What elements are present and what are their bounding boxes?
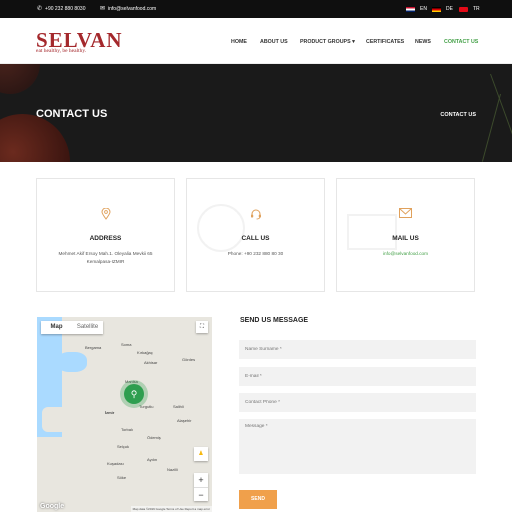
headset-icon: [187, 208, 324, 223]
germany-flag-icon: [432, 6, 441, 12]
call-text[interactable]: Phone: +90 232 880 80 30: [187, 250, 324, 258]
site-header: SELVAN eat healthy, be healthy. HOME ABO…: [0, 18, 512, 64]
map-tab[interactable]: Map: [41, 321, 72, 334]
tomato-decoration: [0, 114, 70, 162]
lang-de-label: DE: [446, 6, 453, 12]
city-label: Nazilli: [167, 467, 178, 472]
address-line-1: Mehmet Akif Ersoy Mah.1. Oleyalia Mevkii…: [58, 251, 153, 256]
call-card: CALL US Phone: +90 232 880 80 30: [186, 178, 325, 292]
nav-product-groups-label: PRODUCT GROUPS: [300, 39, 351, 45]
page-hero: CONTACT US CONTACT US: [0, 64, 512, 162]
city-label: Söke: [117, 475, 127, 480]
address-line-2: Kemalpasa-IZMIR: [86, 259, 125, 264]
city-label: İzmir: [105, 410, 115, 415]
city-label: Torbalı: [121, 427, 134, 432]
herb-decoration: [490, 73, 512, 150]
satellite-tab[interactable]: Satellite: [72, 321, 103, 334]
lang-tr-label: TR: [473, 6, 480, 12]
email-info[interactable]: ✉ info@selvanfood.com: [100, 6, 156, 12]
email-address: info@selvanfood.com: [108, 6, 157, 12]
mail-card: MAIL US info@selvanfood.com: [336, 178, 475, 292]
google-map[interactable]: Map Satellite ⛶ Bergama Soma Kırkağaç Ak…: [37, 317, 212, 512]
call-title: CALL US: [241, 235, 270, 242]
map-land-sw: [37, 437, 72, 512]
city-label: Aydın: [147, 457, 158, 462]
form-title: SEND US MESSAGE: [240, 317, 309, 324]
address-title: ADDRESS: [89, 235, 122, 242]
top-bar: ✆ +90 232 880 8030 ✉ info@selvanfood.com…: [0, 0, 512, 18]
lang-de[interactable]: DE: [432, 6, 453, 12]
city-label: Kuşadası: [107, 461, 124, 466]
phone-number: +90 232 880 8030: [45, 6, 86, 12]
zoom-out-button[interactable]: −: [194, 487, 208, 501]
city-label: Bergama: [85, 345, 102, 350]
fullscreen-icon[interactable]: ⛶: [196, 321, 208, 333]
envelope-icon: [337, 208, 474, 221]
nav-home[interactable]: HOME: [231, 39, 247, 45]
mail-title: MAIL US: [392, 235, 419, 242]
nav-certificates[interactable]: CERTIFICATES: [366, 39, 404, 45]
city-label: Selçuk: [117, 444, 130, 449]
mail-text[interactable]: info@selvanfood.com: [337, 250, 474, 258]
phone-field[interactable]: [239, 393, 476, 412]
zoom-control: + −: [194, 473, 208, 501]
location-marker-icon[interactable]: ⚲: [124, 384, 144, 404]
nav-about-us[interactable]: ABOUT US: [260, 39, 288, 45]
tomato-decoration-top: [0, 64, 40, 94]
city-label: Kırkağaç: [137, 350, 153, 355]
tagline: eat healthy, be healthy.: [36, 48, 87, 54]
location-pin-icon: [37, 207, 174, 223]
lang-en-label: EN: [420, 6, 427, 12]
map-bay: [57, 352, 87, 372]
map-peninsula: [42, 407, 82, 432]
herb-decoration-2: [481, 93, 501, 162]
city-label: Ödemiş: [147, 435, 161, 440]
message-field[interactable]: [239, 419, 476, 474]
city-label: Gördes: [182, 357, 196, 362]
phone-info[interactable]: ✆ +90 232 880 8030: [37, 6, 86, 12]
chevron-down-icon: ▾: [352, 39, 355, 45]
page-title: CONTACT US: [36, 108, 108, 120]
lang-en[interactable]: EN: [406, 6, 427, 12]
city-label: Turgutlu: [139, 404, 154, 409]
city-label: Salihli: [173, 404, 184, 409]
city-label: Akhisar: [144, 360, 158, 365]
map-attribution[interactable]: Map data ©2019 Google Terms of Use Repor…: [130, 506, 212, 512]
uk-flag-icon: [406, 6, 415, 12]
breadcrumb[interactable]: CONTACT US: [440, 112, 476, 118]
nav-product-groups[interactable]: PRODUCT GROUPS ▾: [300, 39, 355, 45]
zoom-in-button[interactable]: +: [194, 473, 208, 487]
city-label: Soma: [121, 342, 132, 347]
mail-icon: ✉: [100, 6, 106, 12]
lang-tr[interactable]: TR: [459, 6, 480, 12]
google-logo: Google: [40, 503, 65, 510]
nav-news[interactable]: NEWS: [415, 39, 431, 45]
city-label: Alaşehir: [177, 418, 192, 423]
street-view-pegman-icon[interactable]: ♟: [194, 447, 208, 461]
map-type-control: Map Satellite: [41, 321, 103, 334]
phone-icon: ✆: [37, 6, 43, 12]
address-text: Mehmet Akif Ersoy Mah.1. Oleyalia Mevkii…: [37, 250, 174, 266]
send-button[interactable]: SEND: [239, 490, 277, 509]
name-field[interactable]: [239, 340, 476, 359]
address-card: ADDRESS Mehmet Akif Ersoy Mah.1. Oleyali…: [36, 178, 175, 292]
email-field[interactable]: [239, 367, 476, 386]
turkey-flag-icon: [459, 6, 468, 12]
nav-contact-us[interactable]: CONTACT US: [444, 39, 478, 45]
